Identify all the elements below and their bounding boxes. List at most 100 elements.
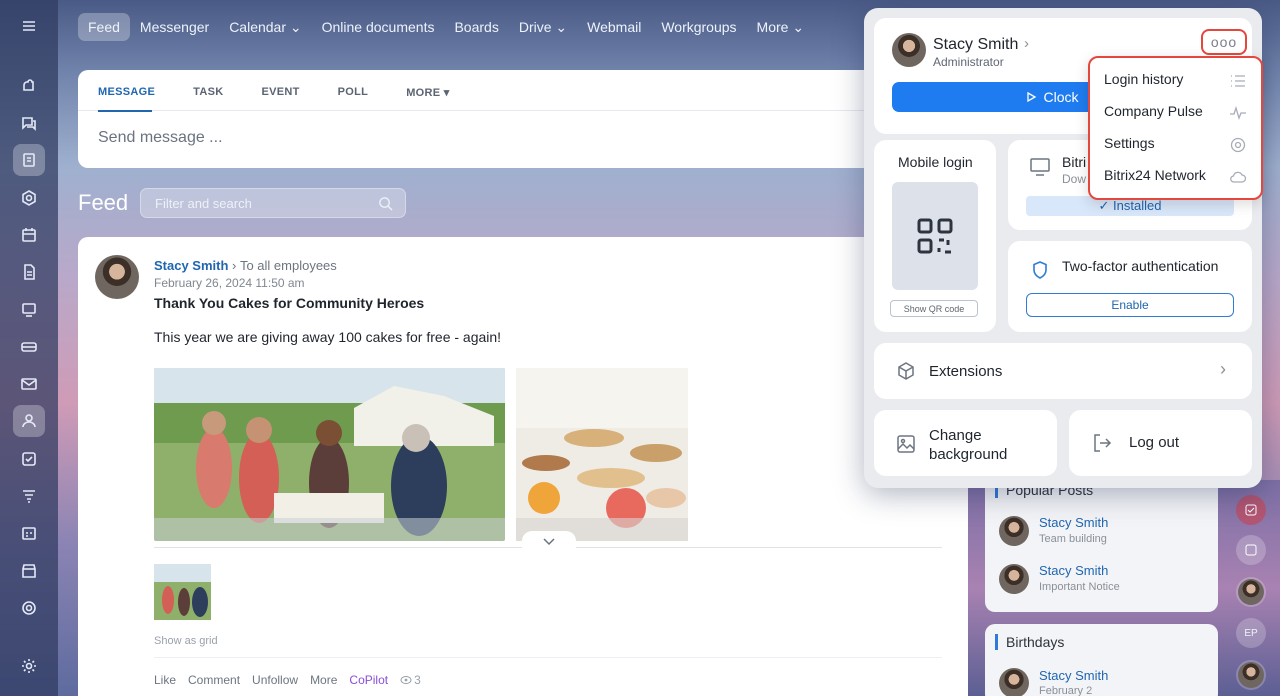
popular-item-author[interactable]: Stacy Smith [1039,563,1108,578]
comment-button[interactable]: Comment [188,673,240,687]
avatar[interactable] [892,33,926,67]
unfollow-button[interactable]: Unfollow [252,673,298,687]
nav-messenger[interactable]: Messenger [130,13,219,41]
schedule-icon[interactable] [13,517,45,549]
popular-item-subject[interactable]: Important Notice [1039,581,1120,593]
menu-item-settings[interactable]: Settings [1104,135,1155,151]
check-box-icon [1245,504,1257,516]
nav-calendar[interactable]: Calendar ⌄ [219,13,311,42]
calendar-icon[interactable] [13,219,45,251]
extensions-row[interactable]: Extensions › [874,343,1252,399]
chat-icon[interactable] [13,107,45,139]
page-title: Feed [78,190,129,215]
hexagon-icon[interactable] [13,182,45,214]
post-image-party[interactable] [154,368,505,541]
tab-poll[interactable]: POLL [338,86,369,99]
inbox-icon [1245,544,1257,556]
send-message-input[interactable]: Send message ... [98,129,223,147]
target-icon[interactable] [13,592,45,624]
message-composer: MESSAGE TASK EVENT POLL MORE ▾ Send mess… [78,70,968,168]
avatar[interactable] [95,255,139,299]
nav-workgroups[interactable]: Workgroups [651,13,746,41]
mail-icon[interactable] [13,368,45,400]
avatar[interactable] [999,564,1029,594]
tab-more[interactable]: MORE ▾ [406,86,449,99]
log-out-button[interactable]: Log out [1069,410,1252,476]
change-background-label: Change background [929,427,1008,463]
nav-online-documents[interactable]: Online documents [312,13,445,41]
settings-gear-icon[interactable] [13,650,45,682]
user-name[interactable]: Stacy Smith [933,36,1018,54]
tab-event[interactable]: EVENT [261,86,299,99]
filter-funnel-icon[interactable] [13,480,45,512]
avatar[interactable] [999,516,1029,546]
board-icon[interactable] [13,294,45,326]
workgroups-icon[interactable] [13,405,45,437]
menu-icon[interactable] [13,10,45,42]
composer-divider [78,110,968,111]
drive-icon[interactable] [13,331,45,363]
filter-search-input[interactable]: Filter and search [140,188,406,218]
nav-webmail[interactable]: Webmail [577,13,651,41]
like-button[interactable]: Like [154,673,176,687]
left-sidebar [0,0,58,696]
extensions-label: Extensions [929,363,1003,380]
birthday-person[interactable]: Stacy Smith [1039,668,1108,683]
nav-feed[interactable]: Feed [78,13,130,41]
rail-avatar[interactable] [1236,660,1266,690]
nav-more[interactable]: More ⌄ [747,13,815,42]
chevron-down-icon[interactable] [522,531,576,553]
post-image-cakes[interactable] [516,368,688,541]
post-author-link[interactable]: Stacy Smith [154,258,228,273]
show-qr-code-button[interactable]: Show QR code [890,300,978,317]
birthdays-card: Birthdays Stacy Smith February 2 [985,624,1218,696]
image-icon [897,435,915,453]
nav-drive[interactable]: Drive ⌄ [509,13,577,42]
post-date: February 26, 2024 11:50 am [154,276,305,290]
more-options-button[interactable]: ooo [1201,29,1247,55]
post-title: Thank You Cakes for Community Heroes [154,295,425,311]
enable-two-factor-button[interactable]: Enable [1026,293,1234,317]
rail-avatar[interactable] [1236,577,1266,607]
birthdays-title: Birthdays [995,634,1064,650]
menu-item-company-pulse[interactable]: Company Pulse [1104,103,1203,119]
feed-post: Stacy Smith › To all employees February … [78,237,968,696]
popular-item-author[interactable]: Stacy Smith [1039,515,1108,530]
chevron-right-icon[interactable]: › [1024,35,1029,52]
post-audience-label: To all employees [239,258,337,273]
tasks-icon[interactable] [13,443,45,475]
rail-app-icon[interactable] [1236,535,1266,565]
two-factor-card: Two-factor authentication Enable [1008,241,1252,332]
qr-code-placeholder [892,182,978,290]
tab-message[interactable]: MESSAGE [98,86,155,99]
image-thumbnail[interactable] [154,564,211,620]
nav-boards[interactable]: Boards [444,13,508,41]
views-count: 3 [414,673,421,687]
user-role: Administrator [933,55,1004,69]
show-as-grid-link[interactable]: Show as grid [154,635,218,647]
menu-item-login-history[interactable]: Login history [1104,71,1183,87]
popular-item-subject[interactable]: Team building [1039,533,1107,545]
menu-item-bitrix24-network[interactable]: Bitrix24 Network [1104,167,1206,183]
change-background-button[interactable]: Change background [874,410,1057,476]
feed-icon[interactable] [13,144,45,176]
store-icon[interactable] [13,555,45,587]
puzzle-icon[interactable] [13,70,45,102]
rail-app-icon[interactable] [1236,495,1266,525]
avatar[interactable] [999,668,1029,696]
avatar [1238,662,1264,688]
gear-icon [1230,137,1246,153]
cloud-icon [1230,171,1247,183]
post-actions: Like Comment Unfollow More CoPilot 3 [154,673,421,687]
search-icon [379,197,393,211]
rail-user-initials[interactable]: EP [1236,618,1266,648]
post-audience: › To all employees [232,258,337,273]
birthday-date: February 2 [1039,685,1093,696]
more-button[interactable]: More [310,673,337,687]
cube-icon [898,362,914,380]
list-icon [1231,75,1245,87]
copilot-button[interactable]: CoPilot [349,673,388,687]
document-icon[interactable] [13,256,45,288]
monitor-icon [1030,158,1050,176]
tab-task[interactable]: TASK [193,86,223,99]
